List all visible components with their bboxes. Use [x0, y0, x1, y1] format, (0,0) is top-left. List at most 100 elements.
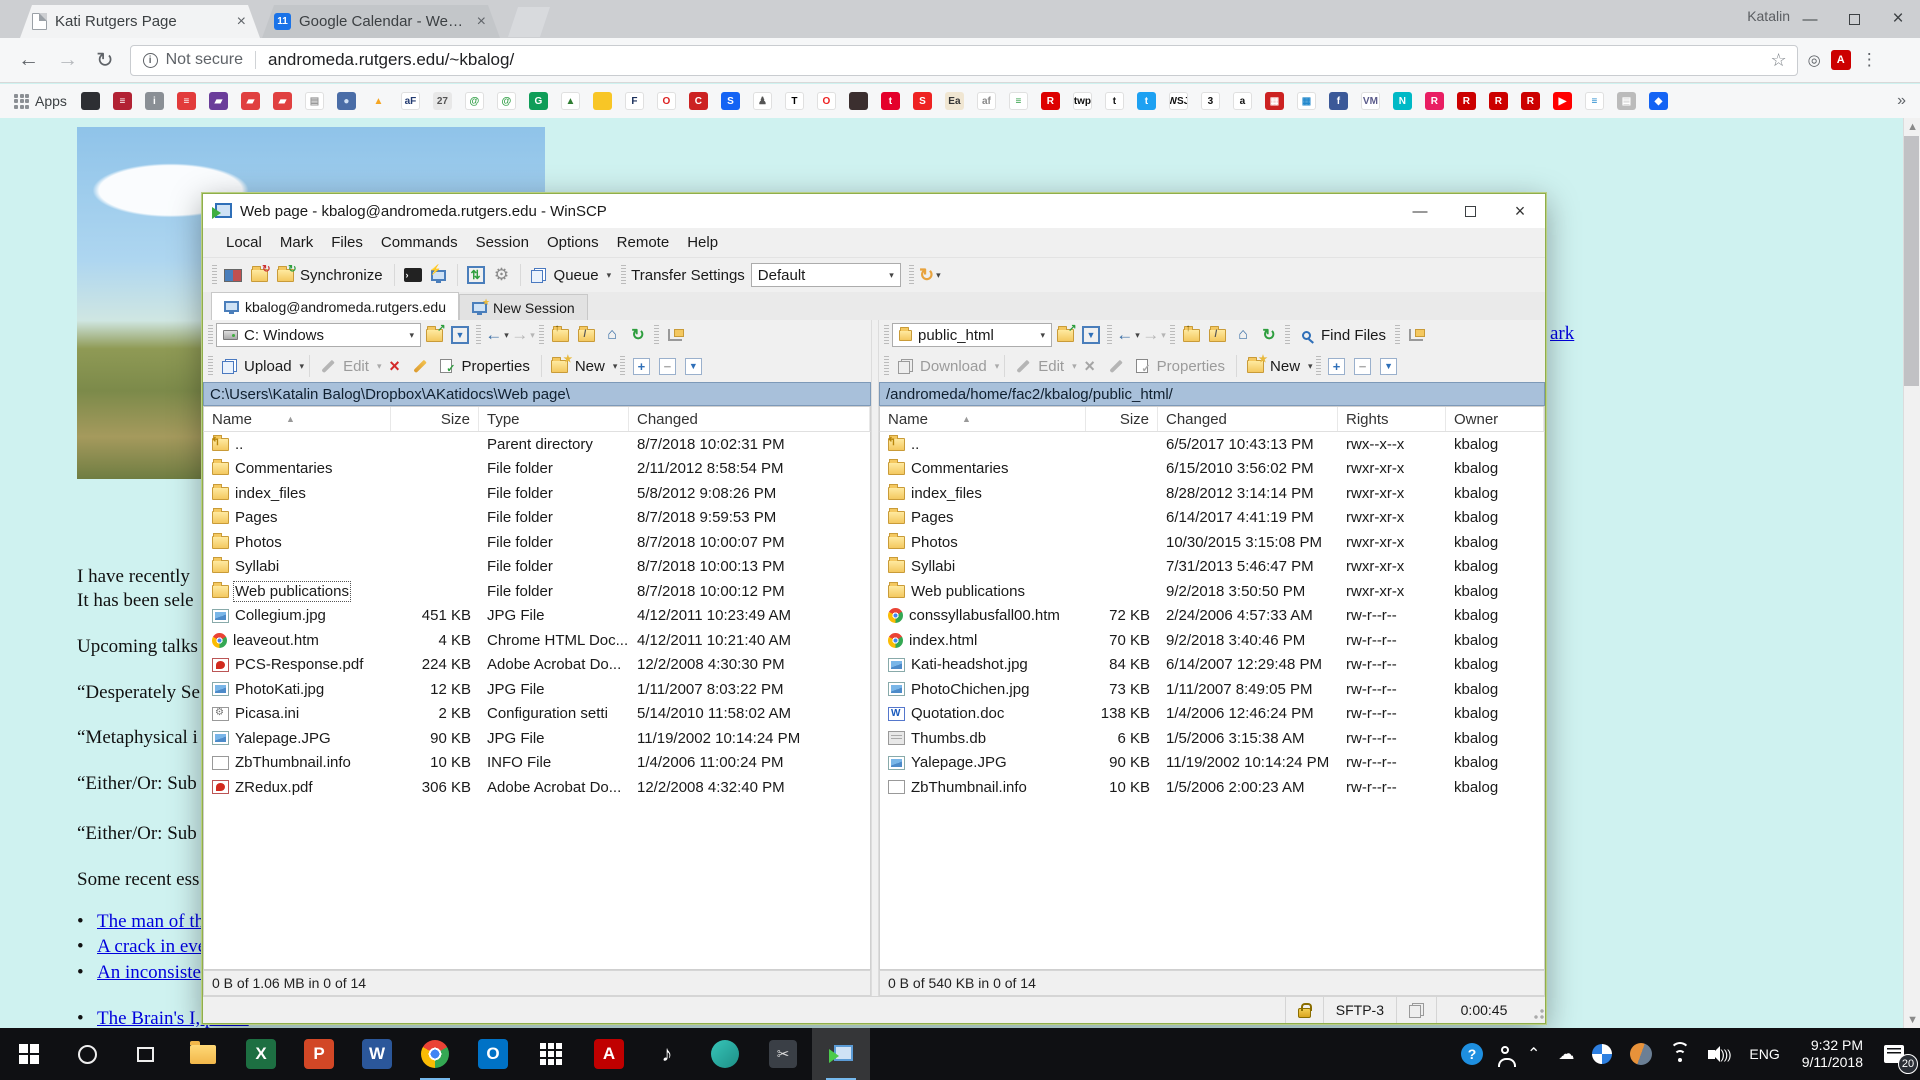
sync-browsing-icon[interactable]: ↻ — [246, 263, 272, 287]
bookmark-favicon[interactable]: a — [1233, 92, 1252, 110]
column-header-changed[interactable]: Changed — [629, 407, 870, 431]
task-view-button[interactable] — [116, 1028, 174, 1080]
new-tab-button[interactable] — [508, 7, 550, 37]
wifi-icon[interactable] — [1661, 1028, 1699, 1080]
column-header-rights[interactable]: Rights — [1338, 407, 1446, 431]
bookmark-favicon[interactable]: R — [1521, 92, 1540, 110]
local-drive-combo[interactable]: C: Windows ▾ — [216, 323, 421, 347]
edit-icon[interactable] — [315, 354, 341, 378]
info-icon[interactable]: i — [143, 53, 158, 68]
edit-label[interactable]: Edit — [1036, 358, 1070, 375]
bookmark-favicon[interactable]: ≡ — [113, 92, 132, 110]
bookmark-favicon[interactable]: af — [977, 92, 996, 110]
select-minus-icon[interactable]: − — [1350, 354, 1376, 378]
taskbar-app-word[interactable]: W — [348, 1028, 406, 1080]
file-row[interactable]: Pages File folder 8/7/2018 9:59:53 PM — [204, 506, 870, 531]
page-link[interactable]: A crack in ever — [97, 936, 213, 958]
root-directory-icon[interactable]: / — [573, 323, 599, 347]
file-row[interactable]: Commentaries File folder 2/11/2012 8:58:… — [204, 457, 870, 482]
bookmark-favicon[interactable]: 3 — [1201, 92, 1220, 110]
refresh-panels-icon[interactable]: ⇅ — [463, 263, 489, 287]
taskbar-app-powerpoint[interactable]: P — [290, 1028, 348, 1080]
file-row[interactable]: Web publications 9/2/2018 3:50:50 PM rwx… — [880, 579, 1544, 604]
bookmark-favicon[interactable]: T — [785, 92, 804, 110]
edit-file-icon[interactable]: ✓ — [1129, 354, 1155, 378]
file-row[interactable]: Web publications File folder 8/7/2018 10… — [204, 579, 870, 604]
new-label[interactable]: New — [1268, 358, 1306, 375]
address-bar[interactable]: i Not secure andromeda.rutgers.edu/~kbal… — [130, 45, 1798, 76]
menu-session[interactable]: Session — [467, 230, 538, 255]
edit-icon[interactable] — [1010, 354, 1036, 378]
hidden-icons-chevron[interactable]: ⌃ — [1518, 1028, 1549, 1080]
bookmark-favicon[interactable]: aF — [401, 92, 420, 110]
scroll-up-icon[interactable]: ▲ — [1907, 121, 1918, 133]
column-header-changed[interactable]: Changed — [1158, 407, 1338, 431]
bookmark-favicon[interactable]: S — [721, 92, 740, 110]
preferences-gear-icon[interactable]: ⚙ — [489, 263, 515, 287]
bookmark-favicon[interactable]: ▶ — [1553, 92, 1572, 110]
bookmark-favicon[interactable]: ● — [337, 92, 356, 110]
file-row[interactable]: Yalepage.JPG 90 KB JPG File 11/19/2002 1… — [204, 726, 870, 751]
bookmark-favicon[interactable]: ▰ — [273, 92, 292, 110]
apps-grid-icon[interactable] — [14, 94, 29, 109]
column-filter-icon[interactable]: ▼ — [680, 354, 706, 378]
bookmark-favicon[interactable]: N — [1393, 92, 1412, 110]
bookmark-favicon[interactable]: ◆ — [1649, 92, 1668, 110]
page-link-fragment[interactable]: ark — [1550, 323, 1574, 345]
session-tab-new[interactable]: New Session — [459, 294, 588, 320]
open-directory-icon[interactable]: ↗ — [421, 323, 447, 347]
onedrive-cloud-icon[interactable]: ☁ — [1549, 1028, 1583, 1080]
panel-splitter[interactable] — [871, 320, 879, 996]
bookmark-favicon[interactable]: t — [881, 92, 900, 110]
winscp-minimize-button[interactable]: — — [1395, 194, 1445, 228]
tab-kati-rutgers[interactable]: Kati Rutgers Page × — [20, 5, 260, 38]
local-path-bar[interactable]: C:\Users\Katalin Balog\Dropbox\AKatidocs… — [203, 382, 871, 406]
bookmark-favicon[interactable] — [593, 92, 612, 110]
file-row[interactable]: ZRedux.pdf 306 KB Adobe Acrobat Do... 12… — [204, 775, 870, 800]
taskbar-app-snipping-tool[interactable]: ✂ — [754, 1028, 812, 1080]
scroll-down-icon[interactable]: ▼ — [1907, 1014, 1918, 1026]
cortana-button[interactable] — [58, 1028, 116, 1080]
file-row[interactable]: Syllabi 7/31/2013 5:46:47 PM rwxr-xr-x k… — [880, 555, 1544, 580]
bookmark-favicon[interactable] — [849, 92, 868, 110]
apps-label[interactable]: Apps — [35, 93, 67, 109]
synchronize-browsing-icon[interactable]: ↻▾ — [917, 263, 943, 287]
tab-close-icon[interactable]: × — [235, 13, 248, 31]
column-header-size[interactable]: Size — [391, 407, 479, 431]
forward-navigation-icon[interactable]: →▾ — [1141, 323, 1167, 347]
bookmark-favicon[interactable]: ▤ — [305, 92, 324, 110]
bookmark-favicon[interactable]: @ — [497, 92, 516, 110]
file-row[interactable]: ZbThumbnail.info 10 KB 1/5/2006 2:00:23 … — [880, 775, 1544, 800]
taskbar-app-media-app[interactable] — [696, 1028, 754, 1080]
bookmark-favicon[interactable]: i — [145, 92, 164, 110]
bookmark-favicon[interactable]: ▦ — [1265, 92, 1284, 110]
forward-navigation-icon[interactable]: →▾ — [510, 323, 536, 347]
tab-google-calendar[interactable]: 11 Google Calendar - Wedne × — [262, 5, 500, 38]
winscp-titlebar[interactable]: Web page - kbalog@andromeda.rutgers.edu … — [203, 194, 1545, 228]
scrollbar-thumb[interactable] — [1904, 136, 1919, 386]
back-navigation-icon[interactable]: ←▾ — [484, 323, 510, 347]
transfer-preset-combo[interactable]: Default ▾ — [751, 263, 901, 287]
bookmark-favicon[interactable]: WSJ — [1169, 92, 1188, 110]
bookmark-favicon[interactable]: @ — [465, 92, 484, 110]
remote-directory-combo[interactable]: public_html ▾ — [892, 323, 1052, 347]
rename-icon[interactable] — [407, 354, 433, 378]
protocol-cell[interactable]: SFTP-3 — [1323, 997, 1396, 1023]
upload-label[interactable]: Upload — [242, 358, 298, 375]
file-row[interactable]: Photos 10/30/2015 3:15:08 PM rwxr-xr-x k… — [880, 530, 1544, 555]
file-row[interactable]: Kati-headshot.jpg 84 KB 6/14/2007 12:29:… — [880, 653, 1544, 678]
url-text[interactable]: andromeda.rutgers.edu/~kbalog/ — [268, 50, 1770, 70]
bookmarks-overflow-icon[interactable]: » — [1897, 92, 1906, 110]
download-icon[interactable] — [892, 354, 918, 378]
file-row[interactable]: Quotation.doc 138 KB 1/4/2006 12:46:24 P… — [880, 702, 1544, 727]
bookmark-favicon[interactable]: R — [1489, 92, 1508, 110]
back-navigation-icon[interactable]: ←▾ — [1115, 323, 1141, 347]
file-row[interactable]: PhotoKati.jpg 12 KB JPG File 1/11/2007 8… — [204, 677, 870, 702]
bookmark-favicon[interactable]: ▦ — [1297, 92, 1316, 110]
taskbar-app-acrobat[interactable]: A — [580, 1028, 638, 1080]
remote-command-icon[interactable]: ⚡ — [426, 263, 452, 287]
bookmark-favicon[interactable]: twp — [1073, 92, 1092, 110]
refresh-icon[interactable]: ↻ — [1256, 323, 1282, 347]
bookmark-favicon[interactable]: ▲ — [369, 92, 388, 110]
new-icon[interactable]: ★ — [1242, 354, 1268, 378]
